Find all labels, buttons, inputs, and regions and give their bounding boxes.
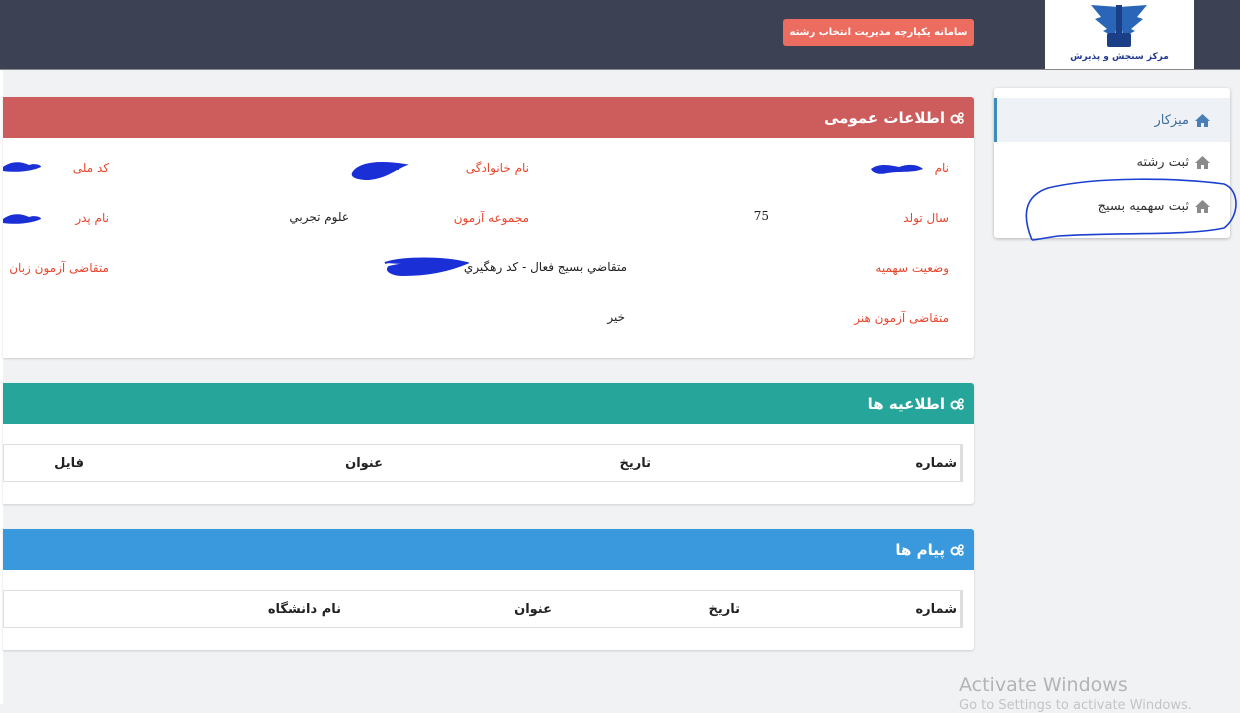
column-header-university: نام دانشگاه bbox=[267, 602, 341, 617]
sidebar-item-label: میزکار bbox=[1154, 112, 1190, 128]
birth-year-label: سال تولد bbox=[903, 211, 949, 225]
column-header-number: شماره bbox=[915, 602, 957, 617]
quota-status-value: متقاضي بسيج فعال - کد رهگيري bbox=[463, 260, 627, 274]
logo-caption: مرکز سنجش و پذیرش bbox=[1070, 52, 1169, 62]
quota-status-label: وضعیت سهمیه bbox=[875, 261, 949, 275]
redaction-scribble bbox=[3, 214, 41, 224]
announcements-table-header: شماره تاریخ عنوان فایل bbox=[3, 444, 963, 482]
gears-icon bbox=[950, 397, 964, 410]
exam-group-value: علوم تجربي bbox=[289, 210, 349, 224]
logo-emblem-icon bbox=[1091, 5, 1147, 47]
hand-drawn-circle bbox=[1025, 178, 1237, 241]
column-header-title: عنوان bbox=[345, 456, 383, 471]
redaction-scribble bbox=[384, 257, 469, 277]
top-header: سامانه یکپارچه مدیریت انتخاب رشته مرکز س… bbox=[0, 0, 1240, 70]
university-logo[interactable]: مرکز سنجش و پذیرش bbox=[1045, 0, 1194, 69]
sidebar-item-label: ثبت رشته bbox=[1136, 154, 1189, 170]
announcements-panel: اطلاعیه ها شماره تاریخ عنوان فایل bbox=[3, 383, 974, 504]
column-header-file: فایل bbox=[54, 456, 84, 471]
panel-title: اطلاعات عمومی bbox=[823, 108, 945, 127]
panel-title: اطلاعیه ها bbox=[867, 394, 945, 413]
national-code-label: کد ملی bbox=[72, 161, 109, 175]
activate-windows-subtext: Go to Settings to activate Windows. bbox=[959, 698, 1192, 713]
name-label: نام bbox=[934, 161, 949, 175]
language-exam-label: متقاضی آزمون زبان bbox=[9, 261, 109, 275]
system-title-button[interactable]: سامانه یکپارچه مدیریت انتخاب رشته bbox=[783, 19, 974, 46]
sidebar-item-dashboard[interactable]: میزکار bbox=[994, 98, 1230, 142]
announcements-header: اطلاعیه ها bbox=[3, 383, 974, 424]
general-info-panel: اطلاعات عمومی نام نام خانوادگی کد ملی سا… bbox=[3, 97, 974, 358]
exam-group-label: مجموعه آزمون bbox=[453, 211, 529, 225]
general-info-header: اطلاعات عمومی bbox=[3, 97, 974, 138]
birth-year-value: 75 bbox=[753, 209, 769, 223]
family-name-label: نام خانوادگی bbox=[465, 161, 529, 175]
messages-header: پیام ها bbox=[3, 529, 974, 570]
redaction-scribble bbox=[871, 164, 923, 174]
column-header-title: عنوان bbox=[514, 602, 552, 617]
column-header-date: تاریخ bbox=[619, 456, 652, 471]
father-name-label: نام پدر bbox=[75, 211, 109, 225]
art-exam-label: متقاضی آزمون هنر bbox=[854, 311, 949, 325]
home-icon bbox=[1195, 113, 1210, 127]
home-icon bbox=[1195, 155, 1210, 169]
art-exam-value: خیر bbox=[607, 310, 625, 324]
gears-icon bbox=[950, 543, 964, 556]
column-header-date: تاریخ bbox=[708, 602, 741, 617]
redaction-scribble bbox=[351, 162, 409, 181]
messages-panel: پیام ها شماره تاریخ عنوان نام دانشگاه bbox=[3, 529, 974, 650]
redaction-scribble bbox=[3, 162, 41, 172]
gears-icon bbox=[950, 111, 964, 124]
activate-windows-watermark: Activate Windows bbox=[959, 674, 1128, 696]
panel-title: پیام ها bbox=[895, 540, 945, 559]
messages-table-header: شماره تاریخ عنوان نام دانشگاه bbox=[3, 590, 963, 628]
column-header-number: شماره bbox=[915, 456, 957, 471]
